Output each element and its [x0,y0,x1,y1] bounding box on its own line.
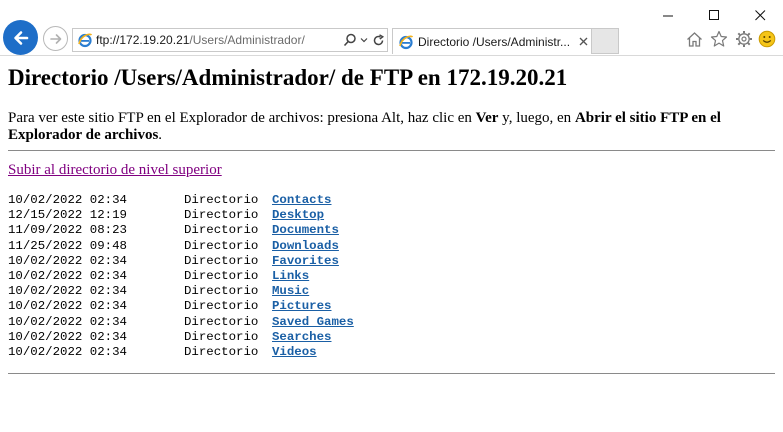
maximize-button[interactable] [691,0,737,30]
entry-type: Directorio [184,284,259,299]
entry-type: Directorio [184,314,259,329]
close-icon [579,37,587,46]
tab-title: Directorio /Users/Administr... [418,34,571,49]
directory-link[interactable]: Downloads [272,239,339,254]
entry-type: Directorio [184,299,259,314]
page-title: Directorio /Users/Administrador/ de FTP … [8,65,568,90]
entry-date: 10/02/2022 02:34 [8,344,127,359]
directory-row: 10/02/2022 02:34 Directorio Music [8,284,775,299]
directory-link[interactable]: Favorites [272,254,339,269]
close-window-button[interactable] [737,0,783,30]
internet-explorer-icon [78,33,93,48]
intro-end: . [158,127,163,143]
refresh-icon [373,33,384,45]
directory-row: 11/09/2022 08:23 Directorio Documents [8,223,775,238]
entry-date: 10/02/2022 02:34 [8,284,127,299]
close-icon [754,9,765,20]
directory-link[interactable]: Saved Games [272,315,354,330]
address-bar[interactable]: ftp://172.19.20.21/Users/Administrador/ [72,28,388,52]
directory-row: 10/02/2022 02:34 Directorio Saved Games [8,315,775,330]
maximize-icon [708,9,719,20]
directory-row: 10/02/2022 02:34 Directorio Searches [8,330,775,345]
favorites-button[interactable] [709,29,729,49]
intro-ver: Ver [475,110,499,126]
entry-type: Directorio [184,193,259,207]
directory-link[interactable]: Pictures [272,299,332,314]
entry-date: 10/02/2022 02:34 [8,253,127,268]
directory-link[interactable]: Desktop [272,208,324,223]
search-dropdown-button[interactable] [359,31,369,49]
entry-type: Directorio [184,268,259,283]
back-arrow-icon [13,30,28,45]
home-button[interactable] [684,29,704,49]
entry-type: Directorio [184,238,259,253]
entry-date: 10/02/2022 02:34 [8,268,127,283]
entry-date: 10/02/2022 02:34 [8,314,127,329]
directory-row: 10/02/2022 02:34 Directorio Contacts [8,193,775,208]
entry-date: 10/02/2022 02:34 [8,299,127,314]
minimize-button[interactable] [645,0,691,30]
tab-close-button[interactable] [576,35,590,49]
forward-arrow-icon [49,33,61,44]
internet-explorer-icon [399,35,414,49]
browser-toolbar: ftp://172.19.20.21/Users/Administrador/ … [0,0,783,56]
entry-type: Directorio [184,208,259,223]
entry-date: 10/02/2022 02:34 [8,329,127,344]
entry-date: 10/02/2022 02:34 [8,193,127,207]
intro-prefix: Para ver este sitio FTP en el Explorador… [8,110,476,126]
entry-type: Directorio [184,329,259,344]
parent-directory-link[interactable]: Subir al directorio de nivel superior [8,161,222,179]
smiley-icon [758,30,776,48]
entry-date: 12/15/2022 12:19 [8,208,127,223]
search-button[interactable] [341,31,359,49]
directory-row: 12/15/2022 12:19 Directorio Desktop [8,208,775,223]
intro-middle: y, luego, en [498,110,575,126]
home-icon [686,31,702,47]
entry-date: 11/09/2022 08:23 [8,223,127,238]
chevron-down-icon [360,38,368,43]
directory-link[interactable]: Documents [272,223,339,238]
intro-text: Para ver este sitio FTP en el Explorador… [8,110,775,144]
tab-active[interactable]: Directorio /Users/Administr... [392,28,592,54]
entry-type: Directorio [184,253,259,268]
directory-link[interactable]: Searches [272,330,332,345]
directory-link[interactable]: Links [272,269,309,284]
directory-row: 10/02/2022 02:34 Directorio Favorites [8,254,775,269]
directory-link[interactable]: Contacts [272,193,332,208]
directory-row: 10/02/2022 02:34 Directorio Pictures [8,299,775,314]
directory-row: 11/25/2022 09:48 Directorio Downloads [8,239,775,254]
back-button[interactable] [3,20,38,55]
new-tab-button[interactable] [592,28,619,54]
address-host: ftp://172.19.20.21 [96,33,190,47]
directory-listing: 10/02/2022 02:34 Directorio Contacts 12/15/… [8,193,775,360]
divider [8,373,775,375]
directory-link[interactable]: Videos [272,345,317,360]
page-content: Directorio /Users/Administrador/ de FTP … [8,60,775,375]
directory-row: 10/02/2022 02:34 Directorio Links [8,269,775,284]
entry-date: 11/25/2022 09:48 [8,238,127,253]
minimize-icon [662,15,673,16]
gear-icon [736,31,752,47]
tools-button[interactable] [734,29,754,49]
entry-type: Directorio [184,344,259,359]
directory-row: 10/02/2022 02:34 Directorio Videos [8,345,775,360]
divider [8,150,775,151]
star-icon [710,30,728,47]
entry-type: Directorio [184,223,259,238]
address-path: /Users/Administrador/ [189,33,305,47]
forward-button[interactable] [43,26,68,51]
address-url[interactable]: ftp://172.19.20.21/Users/Administrador/ [96,33,341,47]
directory-link[interactable]: Music [272,284,309,299]
refresh-button[interactable] [369,31,387,49]
search-icon [343,33,356,47]
feedback-button[interactable] [757,29,777,49]
